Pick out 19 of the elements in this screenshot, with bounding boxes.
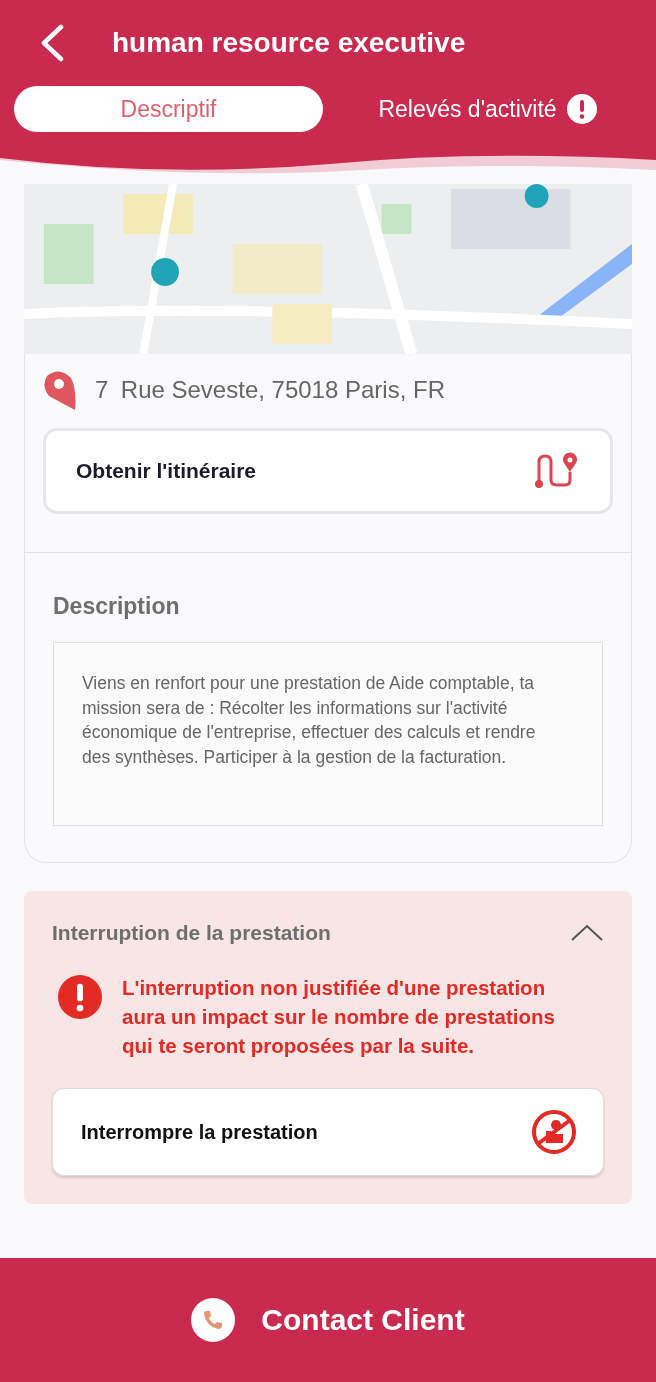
tab[interactable]: Relevés d'activité <box>333 86 642 132</box>
route-icon <box>534 452 580 490</box>
page-title: human resource executive <box>112 27 467 59</box>
chevron-left-icon <box>40 24 64 62</box>
warning-text: L'interruption non justifiée d'une prestation aura un impact sur le nombre de prestations qui te seront proposées par la suite. <box>122 975 556 1059</box>
directions-button[interactable]: Obtenir l'itinéraire <box>43 428 613 514</box>
alert-icon <box>566 94 597 124</box>
chevron-up-icon <box>570 924 604 942</box>
contact-client-button[interactable]: Contact Client <box>0 1258 656 1382</box>
accordion-header[interactable]: Interruption de la prestation <box>52 921 604 945</box>
description-text: Viens en renfort pour une prestation de Aide comptable, ta mission sera de : Récolter les informations sur l'activité économique de l'entreprise, effectuer des calculs et rendre des synthèses. Participer à la gestion de la facturation. <box>53 642 603 826</box>
section-title: Description <box>53 593 181 620</box>
street-number: 7 <box>95 376 109 403</box>
tab[interactable]: Descriptif <box>14 86 323 132</box>
map-pin-icon <box>43 370 77 410</box>
address-text: Rue Seveste, 75018 Paris, FR <box>120 376 445 403</box>
prohibited-person-icon <box>531 1109 577 1155</box>
alert-icon <box>58 975 102 1019</box>
interrupt-button[interactable]: Interrompre la prestation <box>52 1088 604 1176</box>
